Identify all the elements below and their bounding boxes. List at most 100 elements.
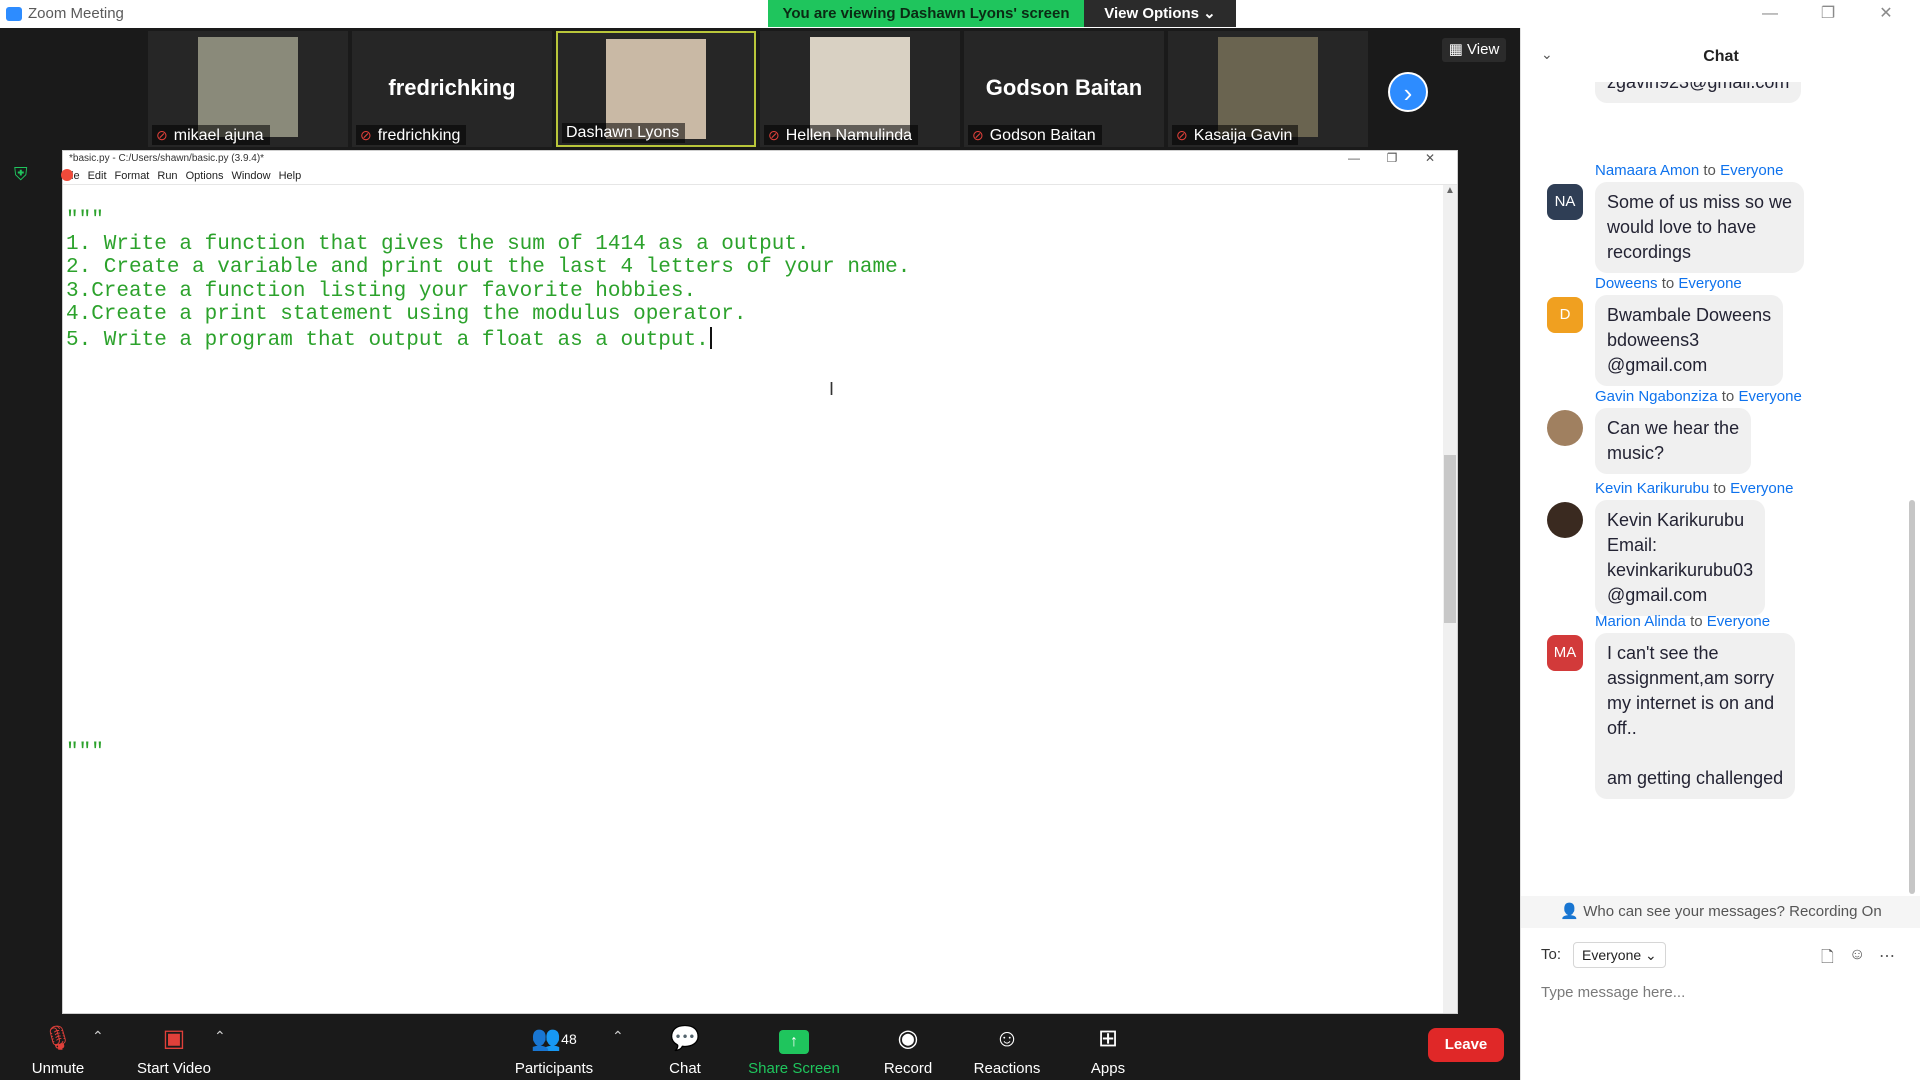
message-bubble[interactable]: I can't see the assignment,am sorry my i… [1595,633,1796,799]
video-off-icon: ▣ [162,1025,186,1052]
recipient-name[interactable]: Everyone [1678,275,1741,292]
start-video-label: Start Video [137,1060,211,1077]
avatar: D [1547,297,1583,333]
participant-name-label: ⊘ mikael ajuna [152,125,270,145]
code-line-text: 4.Create a print statement using the mod… [66,303,747,326]
editor-menu-item[interactable]: Window [231,167,270,185]
emoji-icon[interactable]: ☺ [1849,946,1865,964]
to-word: to [1661,275,1675,292]
apps-button[interactable]: ⊞ Apps [1080,1024,1136,1077]
chat-panel: ⌄ Chat zgavin923@gmail.com Namaara Amon t… [1520,28,1920,1080]
participant-name-label: ⊘ fredrichking [356,125,467,145]
security-shield-icon[interactable]: ⛨ [14,164,34,186]
code-text[interactable]: """ 1. Write a function that gives the su… [66,209,1426,352]
text-caret [709,326,712,349]
editor-menu-item[interactable]: Format [115,167,150,185]
editor-menu-item[interactable]: Run [157,167,177,185]
view-button[interactable]: ▦ View [1442,38,1506,62]
participant-tile[interactable]: ⊘ Kasaija Gavin [1168,31,1368,147]
leave-button[interactable]: Leave [1428,1028,1504,1062]
chat-privacy-notice[interactable]: 👤 Who can see your messages? Recording O… [1521,896,1920,928]
participants-button[interactable]: 👥48 Participants [510,1024,598,1077]
restore-button[interactable]: ❐ [1808,2,1848,26]
next-page-button[interactable]: › [1388,72,1428,112]
muted-mic-icon: ⊘ [768,127,780,143]
share-screen-icon: ↑ [746,1024,842,1054]
video-options-caret[interactable]: ⌃ [214,1028,226,1045]
muted-mic-icon: ⊘ [1176,127,1188,143]
code-line: """ [66,209,1426,233]
start-video-button[interactable]: ▣ Start Video [130,1024,218,1077]
record-button[interactable]: ◉ Record [878,1024,938,1077]
chat-bubble-icon: 💬 [670,1025,700,1052]
muted-mic-icon: ⊘ [360,127,372,143]
sender-name[interactable]: Kevin Karikurubu [1595,480,1709,497]
participant-name: fredrichking [377,127,461,144]
participant-name-label: ⊘ Hellen Namulinda [764,125,919,145]
more-icon[interactable]: ⋯ [1879,946,1895,966]
editor-menu-item[interactable]: Edit [88,167,107,185]
chat-label: Chat [669,1060,701,1077]
view-label: View [1467,41,1500,58]
participant-video [1218,37,1318,137]
unmute-label: Unmute [31,1060,85,1077]
sender-name[interactable]: Doweens [1595,275,1658,292]
participant-tile[interactable]: fredrichking ⊘ fredrichking [352,31,552,147]
message-bubble[interactable]: Some of us miss so we would love to have… [1595,182,1805,273]
message-sender: Doweens to Everyone [1595,275,1742,292]
reactions-icon: ☺ [994,1025,1020,1052]
share-screen-button[interactable]: ↑ Share Screen [746,1024,842,1077]
audio-options-caret[interactable]: ⌃ [92,1028,104,1045]
participant-tile[interactable]: Dashawn Lyons [556,31,756,147]
unmute-button[interactable]: 🎙 Unmute [24,1024,92,1077]
file-icon[interactable]: 🗋 [1821,946,1834,973]
view-options-button[interactable]: View Options ⌄ [1084,0,1236,27]
muted-mic-icon: ⊘ [156,127,168,143]
privacy-text: Who can see your messages? Recording On [1583,903,1882,920]
recipient-name[interactable]: Everyone [1738,388,1801,405]
window-title-bar: Zoom Meeting You are viewing Dashawn Lyo… [0,0,1920,28]
message-bubble[interactable]: zgavin923@gmail.com [1595,82,1802,103]
participant-tile[interactable]: Godson Baitan ⊘ Godson Baitan [964,31,1164,147]
participant-tile[interactable]: ⊘ mikael ajuna [148,31,348,147]
sender-name[interactable]: Namaara Amon [1595,162,1699,179]
editor-scroll-thumb[interactable] [1444,455,1456,623]
sender-name[interactable]: Gavin Ngabonziza [1595,388,1718,405]
reactions-button[interactable]: ☺ Reactions [970,1024,1044,1077]
recipient-name[interactable]: Everyone [1720,162,1783,179]
recording-dot-icon [61,169,73,181]
chat-scrollbar[interactable] [1909,500,1915,894]
close-button[interactable]: ✕ [1866,2,1906,26]
muted-mic-icon: ⊘ [972,127,984,143]
participant-name: Godson Baitan [989,127,1096,144]
recipient-name[interactable]: Everyone [1730,480,1793,497]
participants-count: 48 [561,1031,577,1047]
participant-tile[interactable]: ⊘ Hellen Namulinda [760,31,960,147]
recipient-name[interactable]: Everyone [1707,613,1770,630]
share-screen-label: Share Screen [748,1060,840,1077]
editor-menu-item[interactable]: Help [279,167,302,185]
participant-name: Dashawn Lyons [566,124,680,141]
editor-menu-item[interactable]: Options [186,167,224,185]
participant-display-name: Godson Baitan [985,75,1143,100]
message-input[interactable]: Type message here... [1541,984,1685,1001]
avatar [1547,502,1583,538]
recipient-select[interactable]: Everyone ⌄ [1573,942,1666,968]
editor-scrollbar[interactable]: ▲ [1443,185,1457,1013]
message-sender: Kevin Karikurubu to Everyone [1595,480,1793,497]
message-bubble[interactable]: Can we hear the music? [1595,408,1752,474]
participants-options-caret[interactable]: ⌃ [612,1028,624,1045]
sender-name[interactable]: Marion Alinda [1595,613,1686,630]
person-icon: 👤 [1560,903,1584,920]
message-bubble[interactable]: Bwambale Doweens bdoweens3 @gmail.com [1595,295,1784,386]
scroll-up-arrow-icon[interactable]: ▲ [1443,185,1457,199]
code-line-text: 5. Write a program that output a float a… [66,328,709,352]
message-bubble[interactable]: Kevin Karikurubu Email: kevinkarikurubu0… [1595,500,1766,616]
zoom-app-icon [6,7,22,21]
code-line-text: """ [66,209,104,232]
meeting-toolbar: 🎙 Unmute ⌃ ▣ Start Video ⌃ 👥48 Participa… [0,1014,1520,1080]
message-sender: Gavin Ngabonziza to Everyone [1595,388,1802,405]
chat-button[interactable]: 💬 Chat [660,1024,710,1077]
chat-messages[interactable]: zgavin923@gmail.com Namaara Amon to Every… [1521,82,1913,896]
minimize-button[interactable]: — [1750,2,1790,26]
